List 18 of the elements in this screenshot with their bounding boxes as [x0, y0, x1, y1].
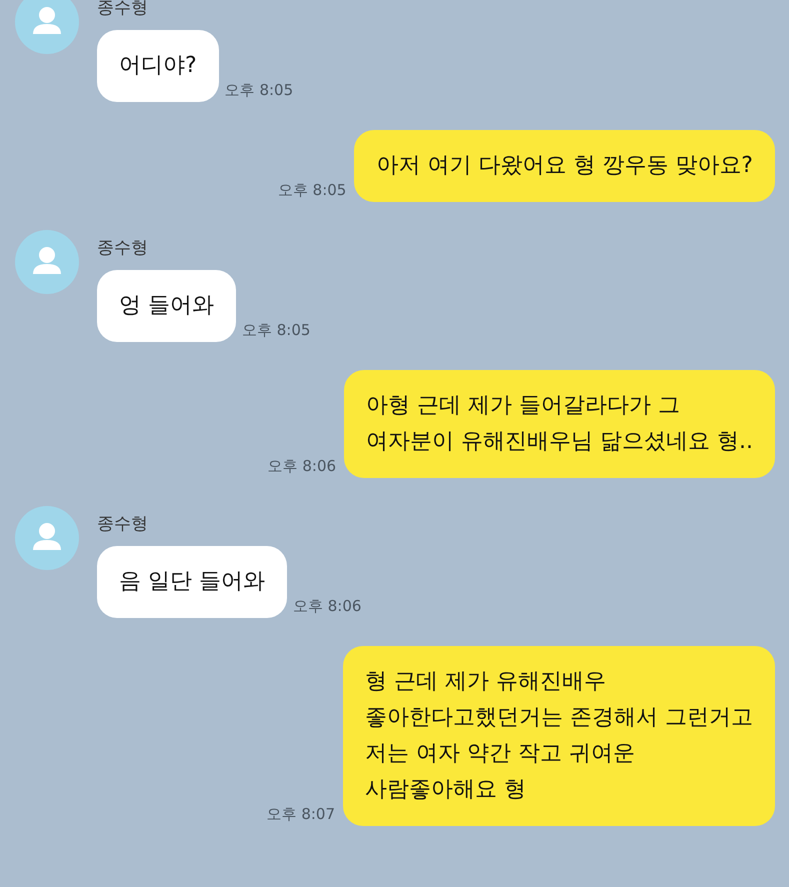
message-bubble: 음 일단 들어와: [97, 546, 287, 618]
message-time: 오후 8:05: [278, 181, 346, 201]
message-time: 오후 8:05: [224, 81, 294, 101]
message-bubble: 엉 들어와: [97, 270, 236, 342]
message-bubble: 어디야?: [97, 30, 219, 102]
avatar-icon[interactable]: [15, 0, 79, 54]
sender-name: 종수형: [97, 514, 149, 534]
sender-name: 종수형: [97, 238, 149, 258]
message-time: 오후 8:06: [268, 457, 336, 477]
message-bubble: 아저 여기 다왔어요 형 깡우동 맞아요?: [354, 130, 775, 202]
message-bubble: 아형 근데 제가 들어갈라다가 그 여자분이 유해진배우님 닮으셨네요 형..: [344, 370, 775, 478]
avatar-icon[interactable]: [15, 506, 79, 570]
sender-name: 종수형: [97, 0, 149, 18]
avatar-icon[interactable]: [15, 230, 79, 294]
message-time: 오후 8:05: [242, 321, 310, 341]
message-time: 오후 8:07: [266, 805, 335, 825]
message-time: 오후 8:06: [293, 597, 362, 617]
message-bubble: 형 근데 제가 유해진배우 좋아한다고했던거는 존경해서 그런거고 저는 여자 약간 작고 귀여운 사람좋아해요 형: [343, 646, 775, 826]
